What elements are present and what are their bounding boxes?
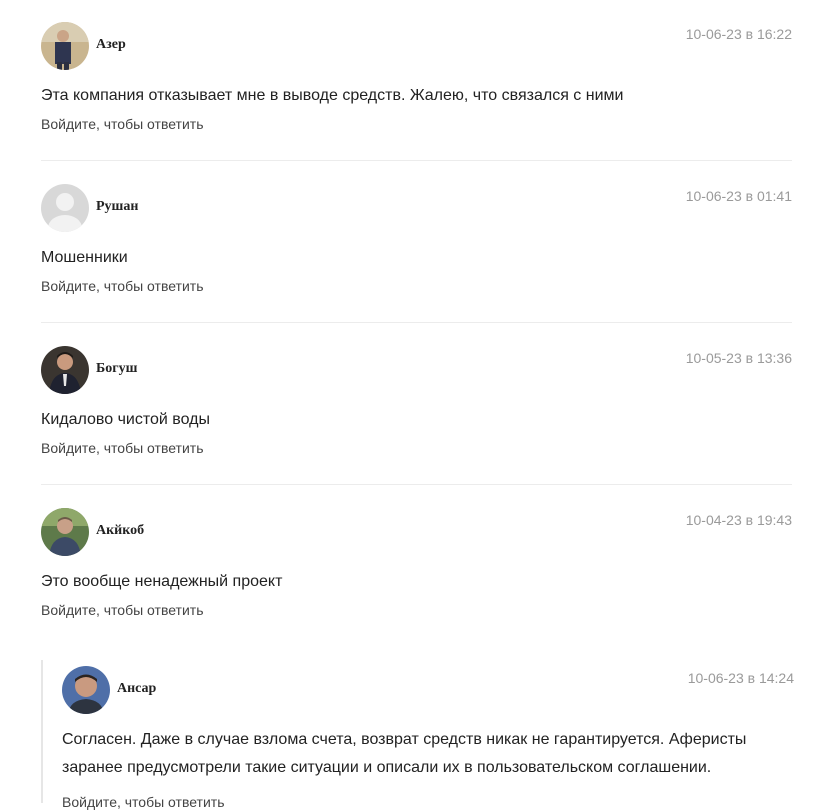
user-avatar <box>41 346 89 394</box>
user-avatar <box>41 508 89 556</box>
comment-date: 10-04-23 в 19:43 <box>685 512 792 528</box>
comment-divider <box>41 484 792 485</box>
comment-text: Кидалово чистой воды <box>41 411 210 428</box>
nested-reply-thread: Ансар 10-06-23 в 14:24 Согласен. Даже в … <box>41 660 794 810</box>
login-to-reply-link[interactable]: Войдите, чтобы ответить <box>41 602 204 618</box>
comment-text: Согласен. Даже в случае взлома счета, во… <box>62 731 747 776</box>
user-avatar <box>62 666 110 714</box>
comment-divider <box>41 322 792 323</box>
comment-author: Ансар <box>117 681 157 696</box>
comment-date: 10-06-23 в 16:22 <box>685 26 792 42</box>
user-avatar <box>41 22 89 70</box>
comment-author: Рушан <box>96 199 139 214</box>
comment-divider <box>41 160 792 161</box>
login-to-reply-link[interactable]: Войдите, чтобы ответить <box>41 116 204 132</box>
comment-text: Это вообще ненадежный проект <box>41 573 283 590</box>
comment-date: 10-06-23 в 01:41 <box>685 188 792 204</box>
comment-date: 10-05-23 в 13:36 <box>685 350 792 366</box>
login-to-reply-link[interactable]: Войдите, чтобы ответить <box>41 440 204 456</box>
comment-author: Акйкоб <box>96 523 145 538</box>
comment-text: Эта компания отказывает мне в выводе сре… <box>41 87 624 104</box>
comment-author: Богуш <box>96 361 138 376</box>
login-to-reply-link[interactable]: Войдите, чтобы ответить <box>62 794 225 810</box>
login-to-reply-link[interactable]: Войдите, чтобы ответить <box>41 278 204 294</box>
comment-author: Азер <box>96 37 126 52</box>
comment-text: Мошенники <box>41 249 128 266</box>
comment-date: 10-06-23 в 14:24 <box>687 670 794 686</box>
default-avatar-icon <box>41 184 89 232</box>
